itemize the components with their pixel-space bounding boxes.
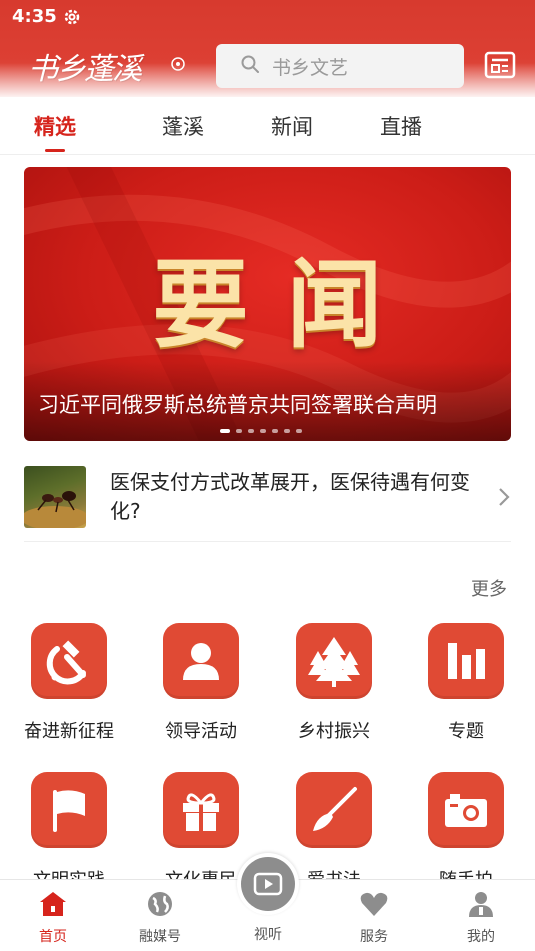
app-logo: 书乡蓬溪 bbox=[28, 52, 142, 87]
carousel-dot[interactable] bbox=[284, 429, 290, 433]
video-icon bbox=[241, 857, 295, 911]
carousel-dot[interactable] bbox=[260, 429, 266, 433]
active-tab-indicator bbox=[45, 149, 65, 152]
banner-title: 要闻 bbox=[152, 248, 421, 361]
carousel-dot[interactable] bbox=[248, 429, 254, 433]
heart-icon bbox=[359, 892, 389, 922]
search-placeholder: 书乡文艺 bbox=[272, 56, 349, 79]
grid-item-fenjin[interactable]: 奋进新征程 bbox=[9, 623, 129, 743]
user-icon bbox=[466, 892, 496, 922]
grid-item-suishoupai[interactable]: 随手拍 bbox=[406, 772, 526, 892]
grid-label: 奋进新征程 bbox=[24, 721, 114, 742]
chevron-right-icon bbox=[497, 486, 511, 512]
home-icon bbox=[38, 892, 68, 922]
tab-pengxi[interactable]: 蓬溪 bbox=[143, 111, 223, 141]
grid-item-xiangcun[interactable]: 乡村振兴 bbox=[274, 623, 394, 743]
tab-zhibo[interactable]: 直播 bbox=[361, 111, 441, 141]
grid-label: 乡村振兴 bbox=[298, 721, 370, 742]
location-icon[interactable] bbox=[170, 56, 186, 76]
status-time: 4:35 bbox=[12, 6, 57, 27]
carousel-dot[interactable] bbox=[272, 429, 278, 433]
nav-label: 视听 bbox=[254, 927, 282, 943]
search-icon bbox=[240, 54, 260, 78]
more-link[interactable]: 更多 bbox=[471, 575, 507, 601]
channel-tabs: 精选 蓬溪 新闻 直播 bbox=[0, 97, 535, 155]
nav-label: 首页 bbox=[39, 929, 67, 945]
carousel-dot[interactable] bbox=[236, 429, 242, 433]
grid-label: 领导活动 bbox=[165, 721, 237, 742]
search-bar[interactable]: 书乡文艺 bbox=[216, 44, 464, 88]
carousel-dot[interactable] bbox=[220, 429, 230, 433]
hammer-sickle-icon bbox=[31, 623, 107, 699]
app-header: 4:35 书乡蓬溪 书乡文艺 bbox=[0, 0, 535, 97]
bar-chart-icon bbox=[428, 623, 504, 699]
grid-label: 专题 bbox=[448, 721, 484, 742]
nav-label: 服务 bbox=[360, 929, 388, 945]
tab-jingxuan[interactable]: 精选 bbox=[15, 111, 95, 141]
nav-fuwu[interactable]: 服务 bbox=[334, 890, 414, 946]
news-title: 医保支付方式改革展开，医保待遇有何变化? bbox=[110, 470, 470, 523]
trees-icon bbox=[296, 623, 372, 699]
nav-label: 我的 bbox=[467, 929, 495, 945]
nav-label: 融媒号 bbox=[139, 929, 181, 945]
banner-caption: 习近平同俄罗斯总统普京共同签署联合声明 bbox=[38, 393, 437, 417]
news-list-item[interactable]: 医保支付方式改革展开，医保待遇有何变化? bbox=[24, 458, 511, 542]
grid-item-wenming[interactable]: 文明实践 bbox=[9, 772, 129, 892]
flag-icon bbox=[31, 772, 107, 848]
headline-banner[interactable]: 要闻 习近平同俄罗斯总统普京共同签署联合声明 bbox=[24, 167, 511, 441]
newspaper-icon[interactable] bbox=[484, 50, 516, 84]
nav-shiting[interactable] bbox=[237, 853, 299, 915]
gift-icon bbox=[163, 772, 239, 848]
person-icon bbox=[163, 623, 239, 699]
carousel-dots bbox=[220, 429, 302, 433]
nav-rongmeihao[interactable]: 融媒号 bbox=[120, 890, 200, 946]
globe-icon bbox=[145, 892, 175, 922]
grid-item-zhuanti[interactable]: 专题 bbox=[406, 623, 526, 743]
carousel-dot[interactable] bbox=[296, 429, 302, 433]
settings-gear-icon bbox=[62, 7, 82, 31]
grid-item-lingdao[interactable]: 领导活动 bbox=[141, 623, 261, 743]
news-thumbnail bbox=[24, 466, 86, 528]
camera-icon bbox=[428, 772, 504, 848]
tab-xinwen[interactable]: 新闻 bbox=[252, 111, 332, 141]
nav-wode[interactable]: 我的 bbox=[441, 890, 521, 946]
nav-home[interactable]: 首页 bbox=[13, 890, 93, 946]
brush-icon bbox=[296, 772, 372, 848]
